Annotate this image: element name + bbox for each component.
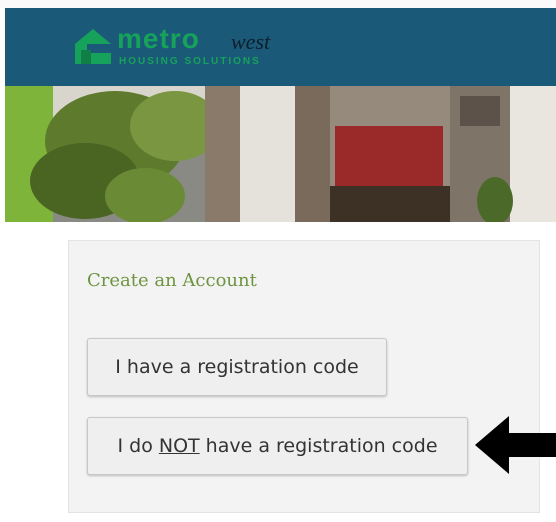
no-code-label-prefix: I do (117, 435, 159, 457)
no-code-label-emphasis: NOT (158, 435, 200, 457)
logo-metro-text: metro (117, 23, 200, 54)
black-arrow-left-icon (475, 416, 556, 474)
metrowest-logo[interactable]: metro west HOUSING SOLUTIONS (73, 23, 288, 74)
has-registration-code-label: I have a registration code (115, 356, 359, 378)
card-title: Create an Account (87, 270, 257, 291)
logo-west-text: west (231, 29, 271, 54)
create-account-card: Create an Account I have a registration … (68, 240, 540, 513)
house-logo-icon (75, 29, 111, 64)
site-header: metro west HOUSING SOLUTIONS (5, 8, 556, 86)
no-code-label-suffix: have a registration code (199, 435, 438, 457)
has-registration-code-button[interactable]: I have a registration code (87, 338, 387, 396)
no-registration-code-button[interactable]: I do NOT have a registration code (87, 417, 468, 475)
building-banner-photo (5, 86, 556, 222)
logo-tagline: HOUSING SOLUTIONS (119, 56, 261, 67)
top-strip (0, 0, 556, 8)
